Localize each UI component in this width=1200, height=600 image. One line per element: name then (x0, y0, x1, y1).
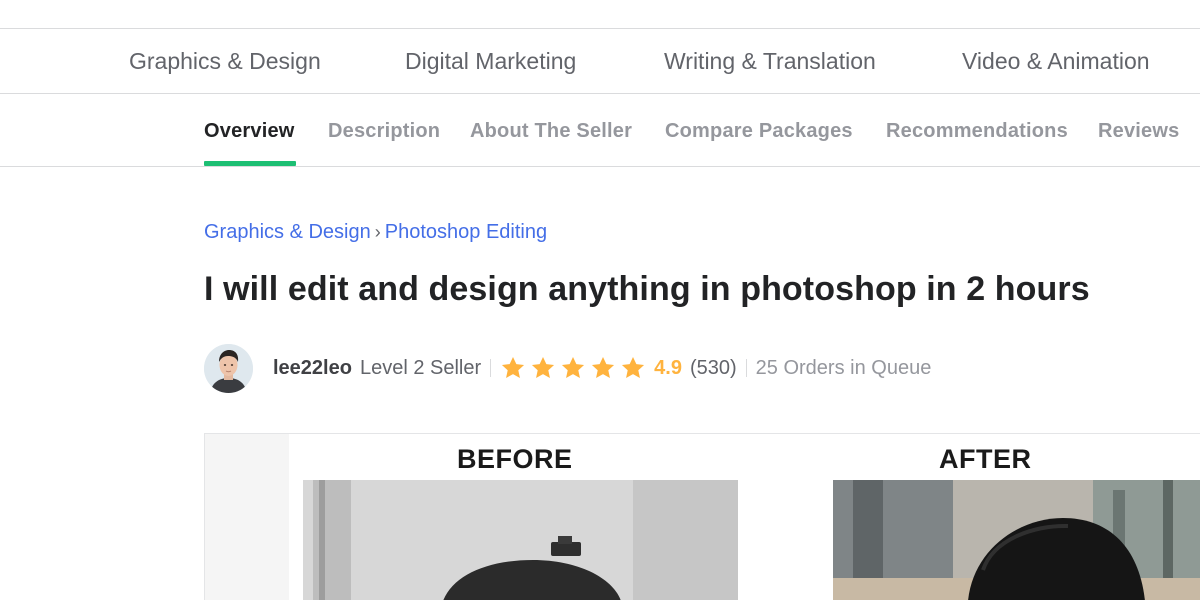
star-icon (502, 356, 525, 378)
tab-recommendations[interactable]: Recommendations (886, 94, 1068, 166)
top-header-strip (0, 0, 1200, 29)
tab-description[interactable]: Description (328, 94, 440, 166)
rating-score: 4.9 (654, 356, 682, 379)
breadcrumb-photoshop-editing[interactable]: Photoshop Editing (385, 221, 547, 243)
seller-username[interactable]: lee22leo (273, 357, 352, 380)
tab-compare-packages[interactable]: Compare Packages (665, 94, 853, 166)
tab-about-the-seller[interactable]: About The Seller (470, 94, 632, 166)
before-image (303, 480, 738, 600)
orders-in-queue: 25 Orders in Queue (755, 356, 932, 379)
before-label: BEFORE (457, 444, 573, 474)
star-rating (500, 355, 646, 381)
gig-section-nav: Overview Description About The Seller Co… (0, 94, 1200, 167)
category-writing-translation[interactable]: Writing & Translation (664, 29, 876, 93)
tab-overview[interactable]: Overview (204, 94, 295, 166)
star-icon (622, 356, 645, 378)
star-icon (532, 356, 555, 378)
gig-title: I will edit and design anything in photo… (204, 270, 1090, 308)
star-icon (562, 356, 585, 378)
breadcrumb: Graphics & Design › Photoshop Editing (204, 221, 547, 244)
category-graphics-design[interactable]: Graphics & Design (129, 29, 321, 93)
after-image (833, 480, 1200, 600)
gig-gallery[interactable]: BEFORE AFTER (204, 433, 1200, 600)
seller-level-badge: Level 2 Seller (359, 356, 482, 379)
category-digital-marketing[interactable]: Digital Marketing (405, 29, 576, 93)
gallery-slide: BEFORE AFTER (289, 434, 1200, 600)
after-label: AFTER (939, 444, 1032, 474)
breadcrumb-graphics-design[interactable]: Graphics & Design (204, 221, 371, 243)
seller-avatar[interactable] (204, 343, 253, 393)
breadcrumb-separator: › (374, 222, 381, 242)
review-count[interactable]: (530) (690, 357, 737, 380)
category-video-animation[interactable]: Video & Animation (962, 29, 1150, 93)
star-icon (592, 356, 615, 378)
divider (745, 359, 747, 377)
seller-overview-row: lee22leo Level 2 Seller 4.9 (530) 25 Ord… (204, 343, 931, 393)
tab-reviews[interactable]: Reviews (1098, 94, 1179, 166)
active-tab-indicator (204, 161, 296, 166)
divider (490, 359, 492, 377)
category-nav: Graphics & Design Digital Marketing Writ… (0, 29, 1200, 94)
